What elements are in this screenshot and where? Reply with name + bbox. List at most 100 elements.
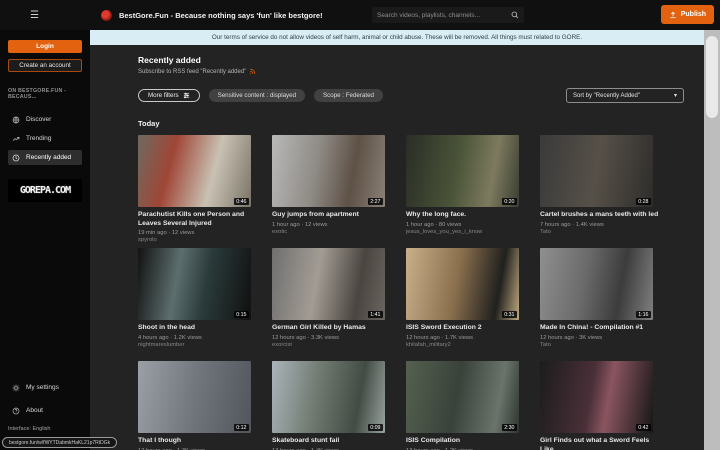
duration-badge: 0:46: [234, 198, 249, 205]
video-thumbnail[interactable]: 2:27: [272, 135, 385, 207]
video-title[interactable]: Cartel brushes a mans teeth with led: [540, 211, 660, 220]
video-card[interactable]: 0:46 Parachutist Kills one Person and Le…: [138, 135, 258, 242]
video-thumbnail[interactable]: 0:09: [272, 361, 385, 433]
duration-badge: 0:09: [368, 424, 383, 431]
video-card[interactable]: 0:15 Shoot in the head 4 hours ago · 1.2…: [138, 248, 258, 355]
sidebar-item-recently-added[interactable]: Recently added: [8, 150, 82, 165]
sort-dropdown[interactable]: Sort by "Recently Added" ▾: [566, 88, 684, 103]
hamburger-menu-icon[interactable]: ☰: [30, 10, 39, 21]
video-card[interactable]: 0:12 That I though 12 hours ago · 1.3K v…: [138, 361, 258, 450]
video-thumbnail[interactable]: 0:15: [138, 248, 251, 320]
globe-icon: [12, 116, 20, 124]
clock-icon: [12, 154, 20, 162]
duration-badge: 2:27: [368, 198, 383, 205]
video-meta: 1 hour ago · 12 views: [272, 222, 392, 228]
duration-badge: 0:42: [636, 424, 651, 431]
video-title[interactable]: ISIS Sword Execution 2: [406, 324, 526, 333]
video-meta: 12 hours ago · 1.7K views: [406, 335, 526, 341]
rss-subscribe-line[interactable]: Subscribe to RSS feed "Recently added": [138, 68, 696, 75]
video-thumbnail[interactable]: 0:20: [406, 135, 519, 207]
main-content: Recently added Subscribe to RSS feed "Re…: [90, 45, 704, 450]
video-thumbnail[interactable]: 2:30: [406, 361, 519, 433]
search-box[interactable]: [372, 7, 524, 23]
sidebar-item-label: Recently added: [26, 154, 71, 161]
video-title[interactable]: Parachutist Kills one Person and Leaves …: [138, 211, 258, 228]
duration-badge: 2:30: [502, 424, 517, 431]
sidebar-footer: My settings About Interface: English: [8, 380, 82, 438]
video-title[interactable]: Girl Finds out what a Sword Feels Like: [540, 437, 660, 450]
vertical-scrollbar[interactable]: [704, 30, 720, 450]
duration-badge: 1:16: [636, 311, 651, 318]
video-card[interactable]: 1:16 Made In China! - Compilation #1 12 …: [540, 248, 660, 355]
video-meta: 12 hours ago · 3.3K views: [272, 335, 392, 341]
sidebar-item-trending[interactable]: Trending: [8, 131, 82, 146]
video-title[interactable]: That I though: [138, 437, 258, 446]
video-grid: 0:46 Parachutist Kills one Person and Le…: [138, 135, 696, 450]
sidebar-item-label: About: [26, 407, 43, 414]
video-channel[interactable]: khilafah_military2: [406, 342, 526, 348]
search-input[interactable]: [377, 12, 511, 19]
video-title[interactable]: German Girl Killed by Hamas: [272, 324, 392, 333]
video-card[interactable]: 0:20 Why the long face. 1 hour ago · 80 …: [406, 135, 526, 242]
video-meta: 4 hours ago · 1.2K views: [138, 335, 258, 341]
video-channel[interactable]: exotic: [272, 229, 392, 235]
video-title[interactable]: Why the long face.: [406, 211, 526, 220]
chevron-down-icon: ▾: [674, 92, 677, 99]
video-channel[interactable]: jesus_loves_you_yes_i_know: [406, 229, 526, 235]
rss-icon[interactable]: [249, 68, 256, 75]
video-card[interactable]: 1:41 German Girl Killed by Hamas 12 hour…: [272, 248, 392, 355]
publish-button[interactable]: Publish: [661, 5, 714, 24]
video-title[interactable]: ISIS Compilation: [406, 437, 526, 446]
video-card[interactable]: 0:28 Cartel brushes a mans teeth with le…: [540, 135, 660, 242]
create-account-button[interactable]: Create an account: [8, 59, 82, 72]
video-meta: 1 hour ago · 80 views: [406, 222, 526, 228]
filters-row: More filters Sensitive content : display…: [138, 88, 696, 103]
video-meta: 19 min ago · 12 views: [138, 230, 258, 236]
video-card[interactable]: 2:30 ISIS Compilation 13 hours ago · 1.2…: [406, 361, 526, 450]
search-icon[interactable]: [511, 11, 519, 19]
video-card[interactable]: 0:42 Girl Finds out what a Sword Feels L…: [540, 361, 660, 450]
video-title[interactable]: Skateboard stunt fail: [272, 437, 392, 446]
video-thumbnail[interactable]: 0:42: [540, 361, 653, 433]
video-card[interactable]: 0:09 Skateboard stunt fail 13 hours ago …: [272, 361, 392, 450]
scrollbar-thumb[interactable]: [706, 36, 718, 118]
video-channel[interactable]: Tato: [540, 229, 660, 235]
publish-label: Publish: [681, 11, 706, 18]
sidebar-item-my-settings[interactable]: My settings: [8, 380, 82, 395]
video-channel[interactable]: exorcist: [272, 342, 392, 348]
scope-filter-chip[interactable]: Scope : Federated: [314, 89, 383, 102]
terms-banner-text: Our terms of service do not allow videos…: [212, 34, 582, 41]
video-thumbnail[interactable]: 1:16: [540, 248, 653, 320]
video-title[interactable]: Shoot in the head: [138, 324, 258, 333]
video-channel[interactable]: Tato: [540, 342, 660, 348]
sidebar-item-label: My settings: [26, 384, 59, 391]
site-logo-icon[interactable]: [101, 10, 112, 21]
interface-language-label[interactable]: Interface: English: [8, 426, 82, 432]
video-title[interactable]: Made In China! - Compilation #1: [540, 324, 660, 333]
sidebar-item-label: Trending: [26, 135, 51, 142]
login-button[interactable]: Login: [8, 40, 82, 53]
video-meta: 7 hours ago · 1.4K views: [540, 222, 660, 228]
video-card[interactable]: 2:27 Guy jumps from apartment 1 hour ago…: [272, 135, 392, 242]
duration-badge: 0:15: [234, 311, 249, 318]
video-thumbnail[interactable]: 1:41: [272, 248, 385, 320]
duration-badge: 0:12: [234, 424, 249, 431]
sidebar-item-discover[interactable]: Discover: [8, 112, 82, 127]
video-thumbnail[interactable]: 0:31: [406, 248, 519, 320]
video-thumbnail[interactable]: 0:46: [138, 135, 251, 207]
video-thumbnail[interactable]: 0:28: [540, 135, 653, 207]
sensitive-filter-label: Sensitive content : displayed: [218, 92, 296, 99]
rss-subscribe-label: Subscribe to RSS feed "Recently added": [138, 69, 246, 75]
duration-badge: 1:41: [368, 311, 383, 318]
video-card[interactable]: 0:31 ISIS Sword Execution 2 12 hours ago…: [406, 248, 526, 355]
more-filters-button[interactable]: More filters: [138, 89, 200, 102]
top-bar: ☰ BestGore.Fun - Because nothing says 'f…: [0, 0, 720, 30]
video-channel[interactable]: nightmareslumber: [138, 342, 258, 348]
sidebar-item-about[interactable]: About: [8, 403, 82, 418]
sidebar-item-label: Discover: [26, 116, 51, 123]
video-title[interactable]: Guy jumps from apartment: [272, 211, 392, 220]
video-channel[interactable]: spyrolo: [138, 237, 258, 243]
sensitive-content-filter-chip[interactable]: Sensitive content : displayed: [209, 89, 305, 102]
video-thumbnail[interactable]: 0:12: [138, 361, 251, 433]
sidebar: Login Create an account ON BESTGORE.FUN …: [0, 30, 90, 450]
